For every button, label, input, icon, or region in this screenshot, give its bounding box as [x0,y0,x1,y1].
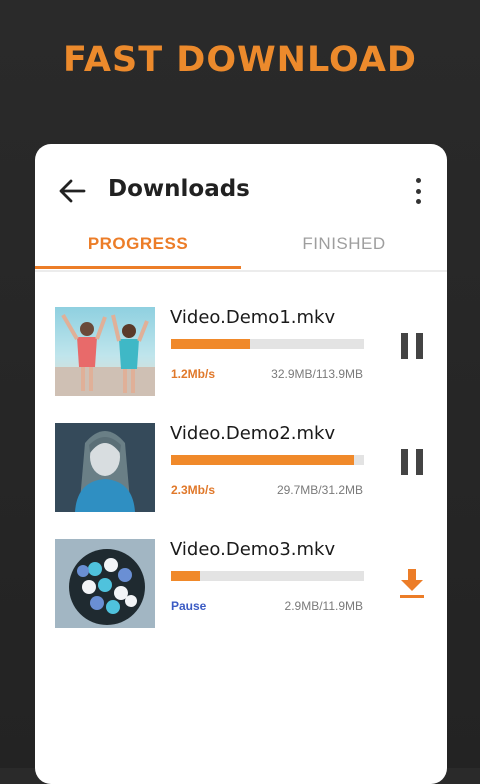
file-name: Video.Demo2.mkv [170,423,336,444]
arrow-back-icon[interactable] [57,176,87,206]
download-size: 2.9MB/11.9MB [284,599,363,613]
progress-bar [171,455,364,465]
progress-bar [171,339,364,349]
download-speed: 2.3Mb/s [171,483,216,497]
promo-banner: FAST DOWNLOAD [63,40,417,80]
download-size: 29.7MB/31.2MB [276,483,363,497]
tab-finished[interactable]: FINISHED [241,226,447,270]
download-speed: 1.2Mb/s [171,367,216,381]
app-bar: Downloads [35,144,447,234]
video-thumbnail [55,307,155,396]
pause-icon[interactable] [401,449,423,475]
download-size: 32.9MB/113.9MB [271,367,363,381]
file-name: Video.Demo3.mkv [170,539,336,560]
file-name: Video.Demo1.mkv [170,307,336,328]
download-icon[interactable] [399,569,425,599]
more-vert-icon[interactable] [411,176,425,206]
download-item[interactable]: Video.Demo1.mkv 1.2Mb/s 32.9MB/113.9MB [35,307,447,399]
progress-bar [171,571,364,581]
downloads-card: Downloads PROGRESS FINISHED Video.Demo1.… [35,144,447,784]
active-tab-indicator [35,266,241,269]
download-item[interactable]: Video.Demo2.mkv 2.3Mb/s 29.7MB/31.2MB [35,423,447,515]
download-item[interactable]: Video.Demo3.mkv Pause 2.9MB/11.9MB [35,539,447,631]
tab-progress[interactable]: PROGRESS [35,226,241,270]
video-thumbnail [55,539,155,628]
page-title: Downloads [108,176,250,202]
download-status: Pause [171,599,207,613]
pause-icon[interactable] [401,333,423,359]
video-thumbnail [55,423,155,512]
